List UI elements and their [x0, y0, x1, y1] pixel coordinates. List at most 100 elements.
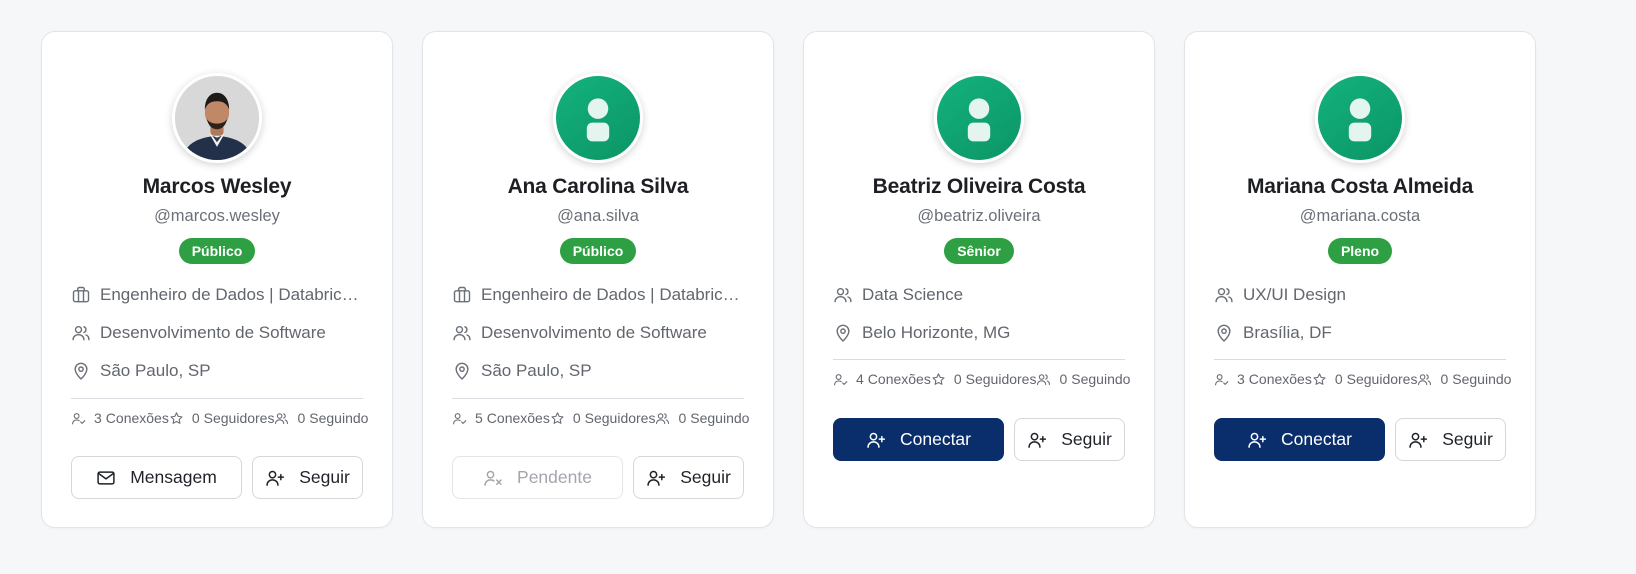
stat-value: 0: [191, 410, 200, 426]
users-icon: [833, 285, 853, 305]
follow-button[interactable]: Seguir: [252, 456, 363, 499]
briefcase-icon: [452, 285, 472, 305]
stat-label: Conexões: [1248, 371, 1312, 387]
map-pin-icon: [71, 361, 91, 381]
profile-card: Marcos Wesley @marcos.wesley Público Engenh…: [41, 31, 393, 528]
user-plus-icon: [1408, 430, 1428, 450]
divider: [71, 398, 363, 399]
following-stat[interactable]: 0 Seguindo: [655, 410, 749, 426]
map-pin-icon: [452, 361, 472, 381]
users-small-icon: [1417, 372, 1432, 387]
user-check-icon: [71, 411, 86, 426]
stat-value: 0: [953, 371, 962, 387]
pending-button: Pendente: [452, 456, 623, 499]
avatar-placeholder-icon[interactable]: [1315, 73, 1405, 163]
connect-button[interactable]: Conectar: [833, 418, 1004, 461]
user-plus-icon: [646, 468, 666, 488]
user-x-icon: [483, 468, 503, 488]
info-row: Engenheiro de Dados | Databricks Certifi…: [71, 283, 363, 307]
info-text: Desenvolvimento de Software: [100, 323, 326, 342]
followers-stat[interactable]: 0 Seguidores: [931, 371, 1037, 387]
stat-label: Seguidores: [584, 410, 656, 426]
info-row: São Paulo, SP: [452, 359, 744, 383]
info-row: UX/UI Design: [1214, 283, 1506, 307]
following-stat[interactable]: 0 Seguindo: [274, 410, 368, 426]
divider: [833, 359, 1125, 360]
followers-stat[interactable]: 0 Seguidores: [169, 410, 275, 426]
status-badge: Pleno: [1327, 238, 1393, 264]
info-text: São Paulo, SP: [100, 361, 211, 380]
user-plus-icon: [265, 468, 285, 488]
users-small-icon: [655, 411, 670, 426]
following-stat[interactable]: 0 Seguindo: [1417, 371, 1511, 387]
connections-stat[interactable]: 4 Conexões: [833, 371, 931, 387]
stats-row: 5 Conexões 0 Seguidores 0 Seguindo: [452, 408, 749, 428]
followers-stat[interactable]: 0 Seguidores: [1312, 371, 1418, 387]
star-icon: [550, 411, 565, 426]
followers-stat[interactable]: 0 Seguidores: [550, 410, 656, 426]
stat-value: 0: [1440, 371, 1449, 387]
stat-value: 4: [856, 371, 864, 387]
info-text: UX/UI Design: [1243, 285, 1346, 304]
button-label: Conectar: [1280, 429, 1352, 449]
info-text: Engenheiro de Dados | Databricks Certifi…: [481, 285, 744, 304]
follow-button[interactable]: Seguir: [1395, 418, 1506, 461]
user-check-icon: [1214, 372, 1229, 387]
following-stat[interactable]: 0 Seguindo: [1036, 371, 1130, 387]
connect-button[interactable]: Conectar: [1214, 418, 1385, 461]
stat-label: Seguidores: [965, 371, 1037, 387]
briefcase-icon: [71, 285, 91, 305]
button-label: Conectar: [899, 429, 971, 449]
map-pin-icon: [833, 323, 853, 343]
stat-label: Seguindo: [309, 410, 369, 426]
stat-label: Seguidores: [1346, 371, 1418, 387]
button-label: Seguir: [299, 467, 350, 487]
status-badge: Público: [559, 238, 637, 264]
user-plus-icon: [1027, 430, 1047, 450]
info-row: Desenvolvimento de Software: [452, 321, 744, 345]
button-label: Seguir: [1061, 429, 1112, 449]
avatar-photo[interactable]: [172, 73, 262, 163]
stat-label: Seguindo: [1071, 371, 1131, 387]
info-row: Belo Horizonte, MG: [833, 321, 1125, 345]
profile-username: @beatriz.oliveira: [917, 207, 1041, 225]
star-icon: [169, 411, 184, 426]
status-badge: Público: [178, 238, 256, 264]
badge-container: Sênior: [804, 238, 1154, 264]
stat-value: 3: [1237, 371, 1245, 387]
profile-card: Ana Carolina Silva @ana.silva Público Engen…: [422, 31, 774, 528]
avatar-placeholder-icon[interactable]: [553, 73, 643, 163]
badge-container: Público: [42, 238, 392, 264]
follow-button[interactable]: Seguir: [633, 456, 744, 499]
badge-container: Pleno: [1185, 238, 1535, 264]
follow-button[interactable]: Seguir: [1014, 418, 1125, 461]
connections-stat[interactable]: 3 Conexões: [71, 410, 169, 426]
button-label: Pendente: [517, 467, 592, 487]
message-button[interactable]: Mensagem: [71, 456, 242, 499]
map-pin-icon: [1214, 323, 1234, 343]
profile-name[interactable]: Ana Carolina Silva: [423, 175, 773, 199]
info-row: Desenvolvimento de Software: [71, 321, 363, 345]
stats-row: 3 Conexões 0 Seguidores 0 Seguindo: [71, 408, 368, 428]
button-label: Seguir: [1442, 429, 1493, 449]
profile-username: @marcos.wesley: [154, 207, 280, 225]
stat-value: 0: [297, 410, 306, 426]
info-text: São Paulo, SP: [481, 361, 592, 380]
profile-name[interactable]: Marcos Wesley: [42, 175, 392, 199]
profile-name[interactable]: Beatriz Oliveira Costa: [804, 175, 1154, 199]
avatar-placeholder-icon[interactable]: [934, 73, 1024, 163]
stat-label: Seguidores: [203, 410, 275, 426]
divider: [1214, 359, 1506, 360]
profile-name[interactable]: Mariana Costa Almeida: [1185, 175, 1535, 199]
connections-stat[interactable]: 3 Conexões: [1214, 371, 1312, 387]
connections-stat[interactable]: 5 Conexões: [452, 410, 550, 426]
stat-label: Conexões: [867, 371, 931, 387]
users-small-icon: [274, 411, 289, 426]
stats-row: 4 Conexões 0 Seguidores 0 Seguindo: [833, 369, 1130, 389]
user-check-icon: [833, 372, 848, 387]
button-label: Seguir: [680, 467, 731, 487]
info-text: Engenheiro de Dados | Databricks Certifi…: [100, 285, 363, 304]
info-text: Desenvolvimento de Software: [481, 323, 707, 342]
users-icon: [71, 323, 91, 343]
users-icon: [1214, 285, 1234, 305]
